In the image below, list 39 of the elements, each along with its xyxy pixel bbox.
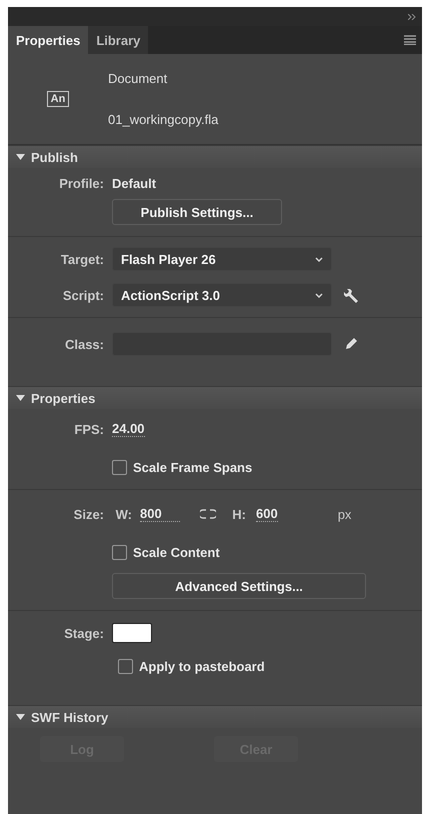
wrench-icon[interactable] bbox=[344, 287, 360, 303]
file-name: 01_workingcopy.fla bbox=[108, 112, 218, 127]
tab[interactable]: Properties bbox=[8, 26, 88, 54]
field-label: Target: bbox=[60, 252, 104, 266]
field-label: Size: bbox=[72, 506, 104, 522]
color-swatch[interactable] bbox=[112, 623, 152, 643]
field-label: Stage: bbox=[63, 626, 104, 640]
section-header[interactable]: Publish bbox=[8, 145, 422, 168]
document-title: Document bbox=[108, 71, 168, 86]
pencil-icon[interactable] bbox=[344, 337, 358, 351]
advanced-settings-button[interactable]: Advanced Settings... bbox=[112, 573, 366, 599]
profile-value: Default bbox=[112, 176, 158, 190]
field-label: H: bbox=[231, 506, 246, 522]
unit-label: px bbox=[338, 506, 352, 522]
triangle-icon bbox=[16, 713, 25, 721]
field-label: W: bbox=[114, 506, 132, 522]
document-icon: An bbox=[46, 91, 70, 107]
height-value[interactable]: 600 bbox=[256, 506, 278, 522]
triangle-icon bbox=[16, 153, 25, 161]
checkbox[interactable]: Scale Content bbox=[112, 544, 422, 560]
chevron-icon bbox=[315, 256, 323, 262]
field-label: Class: bbox=[64, 336, 104, 352]
field-label: FPS: bbox=[73, 422, 104, 436]
script-dropdown[interactable]: ActionScript 3.0 bbox=[112, 283, 332, 307]
width-value[interactable]: 800 bbox=[140, 506, 180, 522]
fps-value[interactable]: 24.00 bbox=[112, 421, 145, 437]
target-dropdown[interactable]: Flash Player 26 bbox=[112, 247, 332, 271]
triangle-icon bbox=[16, 394, 25, 402]
field-label: Script: bbox=[62, 288, 104, 302]
publish-settings-button[interactable]: Publish Settings... bbox=[112, 199, 282, 225]
checkbox[interactable]: Apply to pasteboard bbox=[118, 658, 422, 674]
chevron-icon bbox=[315, 292, 323, 298]
field-label: Profile: bbox=[58, 176, 104, 190]
expand-icon[interactable] bbox=[408, 14, 416, 20]
menu-icon[interactable] bbox=[404, 35, 416, 45]
tab[interactable]: Library bbox=[88, 26, 148, 54]
section-header[interactable]: Properties bbox=[8, 386, 422, 409]
section-header[interactable]: SWF History bbox=[8, 705, 422, 728]
checkbox[interactable]: Scale Frame Spans bbox=[112, 460, 422, 474]
